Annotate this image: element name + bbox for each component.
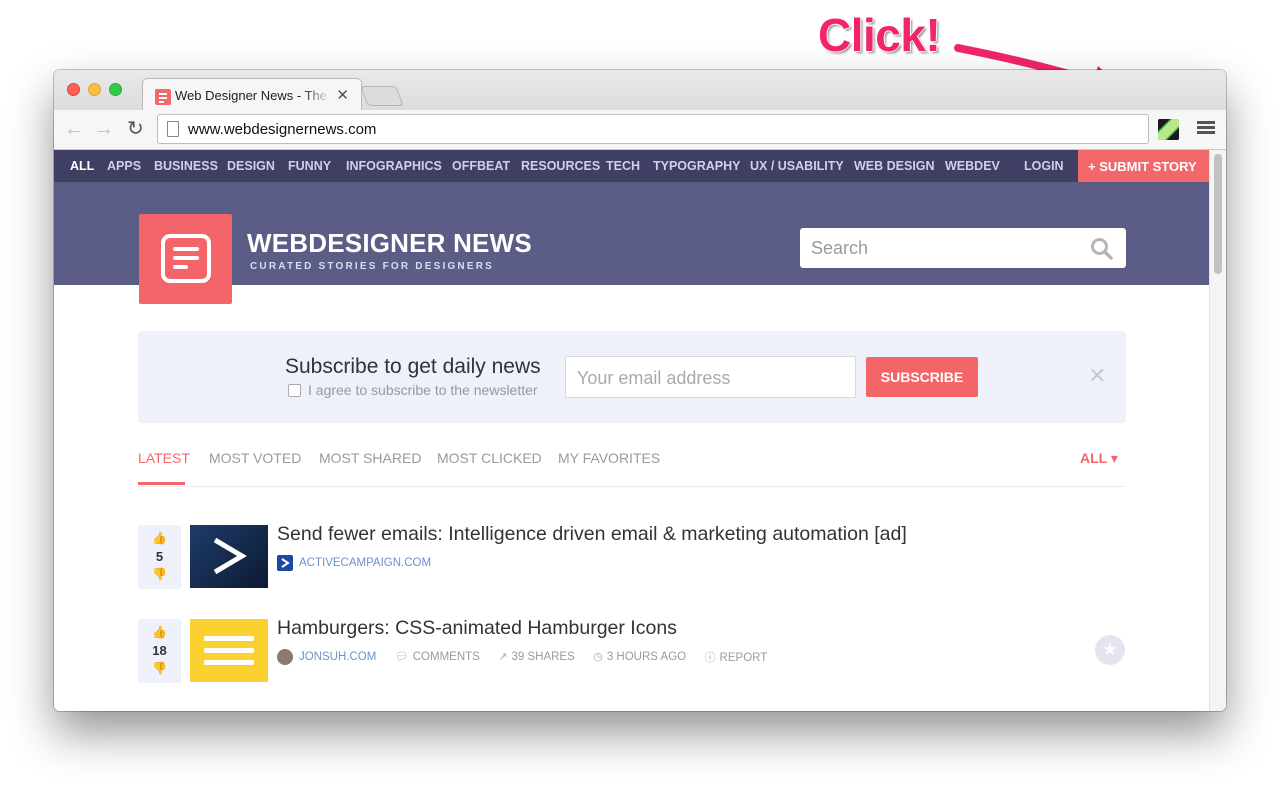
- source-favicon-icon: [277, 554, 293, 571]
- subscribe-panel: Subscribe to get daily news I agree to s…: [138, 331, 1126, 423]
- vote-count: 18: [152, 643, 167, 658]
- tab-bar: Web Designer News - The ✕: [54, 70, 1226, 110]
- forward-arrow-icon[interactable]: →: [94, 117, 114, 141]
- minimize-window-button[interactable]: [88, 83, 101, 96]
- tab-latest[interactable]: LATEST: [138, 450, 190, 466]
- clock-icon: ◷: [593, 651, 603, 664]
- email-placeholder: Your email address: [577, 368, 731, 388]
- tab-title: Web Designer News - The: [175, 88, 327, 103]
- vote-count: 5: [155, 549, 164, 564]
- comment-icon: 💬︎: [394, 651, 409, 664]
- subscribe-button[interactable]: SUBSCRIBE: [866, 357, 978, 397]
- tab-most-voted[interactable]: MOST VOTED: [209, 450, 301, 466]
- new-tab-button[interactable]: [360, 86, 404, 106]
- story-row: 👍 18 👍 Hamburgers: CSS-animated Hamburge…: [138, 617, 1126, 683]
- tab-most-clicked[interactable]: MOST CLICKED: [437, 450, 542, 466]
- site-brand-name[interactable]: WEBDESIGNER NEWS: [247, 228, 532, 259]
- info-icon: ⓘ: [704, 651, 716, 664]
- browser-tab[interactable]: Web Designer News - The ✕: [142, 78, 362, 110]
- author-avatar: [277, 648, 293, 665]
- scrollbar-thumb[interactable]: [1214, 154, 1222, 274]
- page-viewport: ALL APPS BUSINESS DESIGN FUNNY INFOGRAPH…: [54, 150, 1209, 711]
- url-text[interactable]: www.webdesignernews.com: [188, 121, 376, 138]
- submit-story-button[interactable]: + SUBMIT STORY: [1078, 150, 1209, 182]
- page-icon: [167, 121, 179, 137]
- back-arrow-icon[interactable]: ←: [64, 117, 84, 141]
- thumbs-up-icon[interactable]: 👍: [152, 625, 167, 639]
- timestamp: ◷ 3 HOURS AGO: [593, 651, 687, 664]
- subscribe-title: Subscribe to get daily news: [285, 355, 541, 378]
- category-webdev[interactable]: WEBDEV: [945, 159, 1000, 173]
- page-scrollbar[interactable]: [1209, 150, 1226, 711]
- sort-tabs: LATEST MOST VOTED MOST SHARED MOST CLICK…: [138, 450, 1126, 487]
- tab-my-favorites[interactable]: MY FAVORITES: [558, 450, 660, 466]
- site-tagline: CURATED STORIES FOR DESIGNERS: [250, 261, 495, 272]
- comments-link[interactable]: 💬︎ COMMENTS: [395, 650, 480, 663]
- source-link[interactable]: ACTIVECAMPAIGN.COM: [299, 557, 431, 569]
- search-placeholder: Search: [811, 238, 869, 258]
- thumbs-down-icon[interactable]: 👍: [152, 661, 167, 675]
- email-field[interactable]: Your email address: [565, 356, 856, 398]
- story-title[interactable]: Send fewer emails: Intelligence driven e…: [277, 523, 907, 546]
- click-annotation-text: Click!: [818, 9, 941, 61]
- category-design[interactable]: DESIGN: [227, 159, 275, 173]
- zoom-window-button[interactable]: [109, 83, 122, 96]
- favorite-star-icon[interactable]: ★: [1095, 635, 1125, 665]
- report-link[interactable]: ⓘ REPORT: [705, 649, 768, 665]
- category-typography[interactable]: TYPOGRAPHY: [653, 159, 741, 173]
- story-thumbnail[interactable]: [190, 525, 268, 588]
- category-business[interactable]: BUSINESS: [154, 159, 218, 173]
- category-resources[interactable]: RESOURCES: [521, 159, 600, 173]
- category-offbeat[interactable]: OFFBEAT: [452, 159, 510, 173]
- story-title[interactable]: Hamburgers: CSS-animated Hamburger Icons: [277, 617, 677, 640]
- source-link[interactable]: JONSUH.COM: [299, 651, 376, 663]
- vote-box: 👍 18 👍: [138, 619, 181, 683]
- agree-label[interactable]: I agree to subscribe to the newsletter: [308, 382, 538, 398]
- close-window-button[interactable]: [67, 83, 80, 96]
- share-icon: ↗: [498, 651, 508, 664]
- story-meta: JONSUH.COM 💬︎ COMMENTS ↗ 39 SHARES ◷ 3 HOUR…: [277, 648, 781, 666]
- reload-icon[interactable]: ↻: [127, 117, 144, 141]
- search-icon[interactable]: [1090, 237, 1114, 261]
- tab-most-shared[interactable]: MOST SHARED: [319, 450, 421, 466]
- category-web-design[interactable]: WEB DESIGN: [854, 159, 935, 173]
- tab-close-icon[interactable]: ✕: [336, 86, 349, 104]
- category-tech[interactable]: TECH: [606, 159, 640, 173]
- shares-count[interactable]: ↗ 39 SHARES: [498, 650, 575, 663]
- story-meta: ACTIVECAMPAIGN.COM: [277, 554, 445, 572]
- address-bar[interactable]: www.webdesignernews.com: [157, 114, 1149, 144]
- chevron-right-icon: [213, 537, 247, 575]
- category-apps[interactable]: APPS: [107, 159, 141, 173]
- vote-box: 👍 5 👍: [138, 525, 181, 589]
- category-funny[interactable]: FUNNY: [288, 159, 331, 173]
- browser-window: Web Designer News - The ✕ ← → ↻ www.webd…: [54, 70, 1226, 711]
- agree-checkbox[interactable]: [288, 384, 301, 397]
- browser-toolbar: ← → ↻ www.webdesignernews.com: [54, 110, 1226, 150]
- close-icon[interactable]: ✕: [1088, 363, 1106, 389]
- search-input[interactable]: Search: [800, 228, 1126, 268]
- category-infographics[interactable]: INFOGRAPHICS: [346, 159, 442, 173]
- category-ux-usability[interactable]: UX / USABILITY: [750, 159, 844, 173]
- site-logo[interactable]: [139, 214, 232, 304]
- category-all[interactable]: ALL: [70, 159, 94, 173]
- login-link[interactable]: LOGIN: [1024, 159, 1064, 173]
- filter-dropdown[interactable]: ALL ▾: [1080, 450, 1118, 467]
- browser-menu-icon[interactable]: [1197, 121, 1215, 135]
- thumbs-down-icon[interactable]: 👍: [152, 567, 167, 581]
- story-thumbnail[interactable]: [190, 619, 268, 682]
- story-row: 👍 5 👍 Send fewer emails: Intelligence dr…: [138, 523, 1126, 589]
- logo-document-icon: [161, 234, 211, 283]
- thumbs-up-icon[interactable]: 👍: [152, 531, 167, 545]
- active-tab-indicator: [138, 482, 185, 485]
- extension-icon[interactable]: [1158, 119, 1179, 140]
- category-nav: ALL APPS BUSINESS DESIGN FUNNY INFOGRAPH…: [54, 150, 1209, 182]
- hamburger-icon: [204, 636, 254, 665]
- site-favicon-icon: [155, 89, 171, 105]
- site-header: WEBDESIGNER NEWS CURATED STORIES FOR DES…: [54, 182, 1209, 304]
